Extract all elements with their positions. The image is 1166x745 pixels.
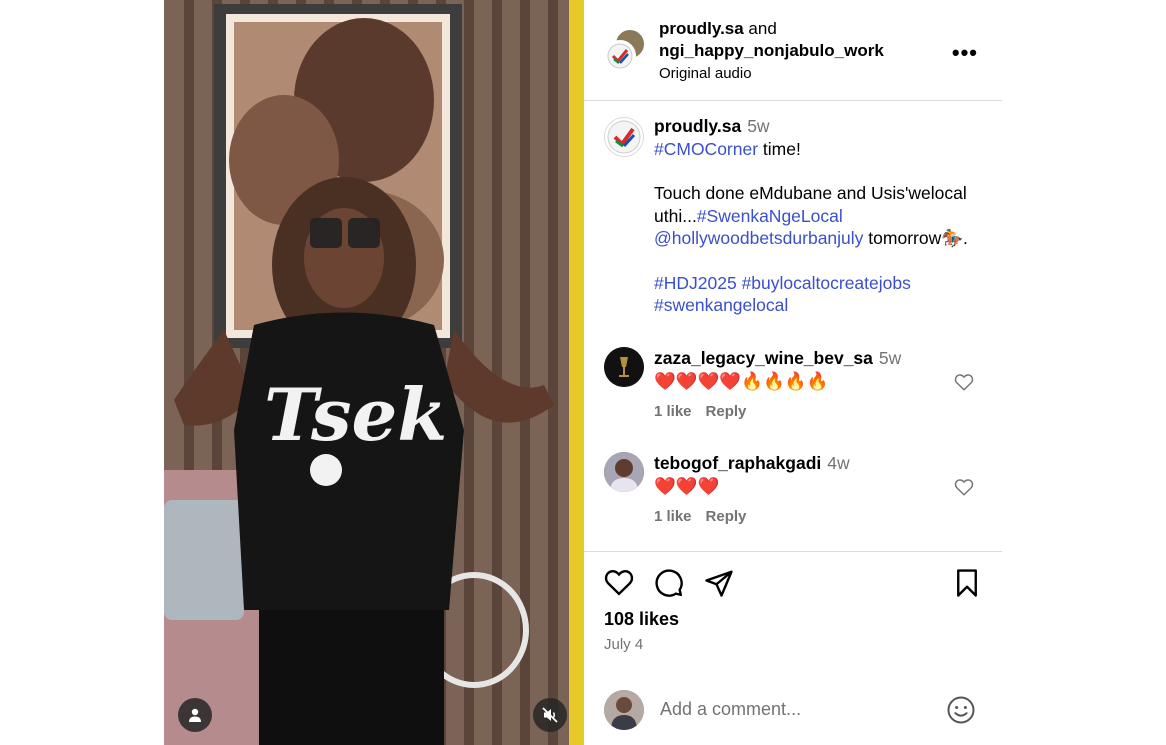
post-date: July 4 xyxy=(604,636,644,653)
audio-link[interactable]: Original audio xyxy=(659,63,884,85)
post-details-panel: proudly.sa and ngi_happy_nonjabulo_work … xyxy=(584,0,1002,745)
comment-text: zaza_legacy_wine_bev_sa 5w ❤️❤️❤️❤️🔥🔥🔥🔥 xyxy=(654,347,901,393)
commenter-avatar[interactable] xyxy=(604,347,644,387)
reply-button[interactable]: Reply xyxy=(706,508,747,525)
heart-icon[interactable] xyxy=(954,478,974,496)
comment-age: 4w xyxy=(827,453,850,473)
collaborator-username[interactable]: ngi_happy_nonjabulo_work xyxy=(659,41,884,60)
video-frame: Tsek xyxy=(164,0,584,745)
header-joiner: and xyxy=(743,19,777,38)
commenter-avatar[interactable] xyxy=(604,452,644,492)
add-comment-row: Add a comment... xyxy=(604,690,982,730)
comment-content: ❤️❤️❤️ xyxy=(654,476,720,496)
caption-avatar[interactable] xyxy=(604,117,644,157)
heart-icon[interactable] xyxy=(954,373,974,391)
comment-text: tebogof_raphakgadi 4w ❤️❤️❤️ xyxy=(654,452,850,498)
tagged-users-button[interactable] xyxy=(178,698,212,732)
muted-speaker-icon xyxy=(542,707,558,723)
comment-item: zaza_legacy_wine_bev_sa 5w ❤️❤️❤️❤️🔥🔥🔥🔥 1… xyxy=(604,347,994,437)
hashtag-link[interactable]: #CMOCorner xyxy=(654,139,758,159)
caption-age: 5w xyxy=(747,116,770,136)
hashtag-link[interactable]: #HDJ2025 xyxy=(654,273,737,293)
comment-likes[interactable]: 1 like xyxy=(654,508,692,525)
proudly-sa-logo-icon xyxy=(607,120,641,154)
caption-text: proudly.sa 5w #CMOCorner time! Touch done… xyxy=(654,115,994,317)
comment-content: ❤️❤️❤️❤️🔥🔥🔥🔥 xyxy=(654,371,829,391)
add-comment-input[interactable]: Add a comment... xyxy=(660,699,801,720)
bookmark-icon[interactable] xyxy=(954,568,980,598)
comment-meta: 1 like Reply xyxy=(654,403,760,420)
post-actions-bar xyxy=(604,568,982,600)
comment-username[interactable]: tebogof_raphakgadi xyxy=(654,453,821,473)
mention-link[interactable]: @hollywoodbetsdurbanjuly xyxy=(654,228,863,248)
likes-count[interactable]: 108 likes xyxy=(604,609,679,630)
wine-logo-icon xyxy=(604,347,644,387)
proudly-sa-logo-icon xyxy=(607,43,633,69)
user-icon xyxy=(189,708,201,722)
hashtag-link[interactable]: #SwenkaNgeLocal xyxy=(697,206,843,226)
comment-meta: 1 like Reply xyxy=(654,508,760,525)
comment-age: 5w xyxy=(878,348,902,368)
share-icon[interactable] xyxy=(704,568,734,598)
more-options-button[interactable]: ••• xyxy=(952,40,978,66)
header-names: proudly.sa and ngi_happy_nonjabulo_work … xyxy=(659,18,884,85)
comment-username[interactable]: zaza_legacy_wine_bev_sa xyxy=(654,348,873,368)
author-avatar xyxy=(604,40,636,72)
profile-photo-icon xyxy=(604,452,644,492)
caption-line1: time! xyxy=(758,138,801,159)
viewer-avatar xyxy=(604,690,644,730)
hashtag-link[interactable]: #buylocaltocreatejobs xyxy=(742,273,911,293)
author-username[interactable]: proudly.sa xyxy=(659,19,744,38)
post-media-video[interactable]: Tsek xyxy=(164,0,584,745)
caption-username[interactable]: proudly.sa xyxy=(654,116,741,136)
caption-line3: tomorrow🏇. xyxy=(863,228,968,248)
comment-likes[interactable]: 1 like xyxy=(654,403,692,420)
comment-item: tebogof_raphakgadi 4w ❤️❤️❤️ 1 like Reply xyxy=(604,452,994,542)
collab-avatars[interactable] xyxy=(604,28,646,72)
hashtag-link[interactable]: #swenkangelocal xyxy=(654,295,788,315)
reply-button[interactable]: Reply xyxy=(706,403,747,420)
profile-photo-icon xyxy=(604,690,644,730)
svg-text:Tsek: Tsek xyxy=(264,372,447,457)
heart-icon[interactable] xyxy=(604,568,634,596)
comment-icon[interactable] xyxy=(654,568,684,598)
mute-toggle-button[interactable] xyxy=(533,698,567,732)
post-header: proudly.sa and ngi_happy_nonjabulo_work … xyxy=(584,0,1002,101)
emoji-icon[interactable] xyxy=(946,695,976,725)
divider xyxy=(584,551,1002,552)
